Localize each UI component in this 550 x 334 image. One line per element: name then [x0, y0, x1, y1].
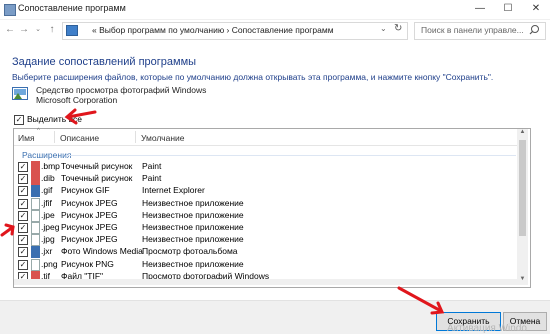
table-row[interactable]: ✓ .dib Точечный рисунок Paint [14, 173, 516, 186]
extension-cell: .jfif [41, 197, 52, 208]
table-row[interactable]: ✓ .jpg Рисунок JPEG Неизвестное приложение [14, 234, 516, 247]
default-program-cell: Просмотр фотоальбома [142, 246, 238, 257]
row-checkbox[interactable]: ✓ [18, 210, 28, 221]
row-checkbox[interactable]: ✓ [18, 174, 28, 185]
search-placeholder: Поиск в панели управле... [421, 25, 524, 35]
scrollbar-thumb[interactable] [519, 140, 526, 236]
table-row[interactable]: ✓ .jpe Рисунок JPEG Неизвестное приложение [14, 209, 516, 222]
default-program-cell: Неизвестное приложение [142, 234, 244, 245]
row-checkbox[interactable]: ✓ [18, 223, 28, 233]
extension-cell: .dib [41, 173, 55, 184]
extension-cell: .jxr [41, 246, 53, 257]
row-checkbox[interactable]: ✓ [18, 186, 28, 197]
control-panel-icon [66, 25, 78, 36]
default-program-cell: Неизвестное приложение [142, 197, 244, 208]
table-row[interactable]: ✓ .jpeg Рисунок JPEG Неизвестное приложение [14, 222, 516, 234]
scroll-up-icon[interactable]: ▲ [518, 129, 527, 138]
minimize-button[interactable]: — [466, 0, 494, 19]
table-row[interactable]: ✓ .bmp Точечный рисунок Paint [14, 161, 516, 173]
extension-cell: .gif [41, 185, 53, 196]
instructions-text: Выберите расширения файлов, которые по у… [12, 72, 494, 82]
default-program-cell: Paint [142, 173, 162, 184]
default-program-cell: Неизвестное приложение [142, 209, 244, 220]
row-checkbox[interactable]: ✓ [18, 247, 28, 258]
maximize-button[interactable]: ☐ [494, 0, 522, 19]
table-row[interactable]: ✓ .gif Рисунок GIF Internet Explorer [14, 185, 516, 198]
select-all-checkbox[interactable]: ✓ [14, 115, 24, 125]
scroll-down-icon[interactable]: ▼ [518, 276, 527, 285]
forward-arrow-icon[interactable]: → [18, 24, 30, 36]
row-checkbox[interactable]: ✓ [18, 235, 28, 246]
column-header-name[interactable]: Имя [18, 133, 35, 143]
column-header-description[interactable]: Описание [60, 133, 99, 143]
back-arrow-icon[interactable]: ← [4, 24, 16, 36]
description-cell: Рисунок JPEG [61, 234, 118, 245]
extension-cell: .jpg [41, 234, 55, 245]
file-type-icon [31, 246, 40, 259]
default-program-cell: Paint [142, 161, 162, 171]
page-title: Задание сопоставлений программы [12, 56, 197, 68]
description-cell: Рисунок JPEG [61, 222, 118, 232]
extension-cell: .bmp [41, 161, 60, 171]
refresh-icon[interactable]: ↻ [394, 23, 402, 34]
row-checkbox[interactable]: ✓ [18, 198, 28, 209]
header-separator [14, 145, 524, 146]
program-name: Средство просмотра фотографий Windows [36, 85, 207, 95]
default-program-cell: Неизвестное приложение [142, 258, 244, 269]
sort-up-icon: ^ [37, 128, 40, 134]
select-all-label[interactable]: Выделить все [27, 114, 82, 124]
window-title: Сопоставление программ [18, 3, 126, 13]
description-cell: Рисунок GIF [61, 185, 110, 196]
close-button[interactable]: ✕ [522, 0, 550, 19]
file-type-icon [31, 222, 40, 234]
table-row[interactable]: ✓ .jfif Рисунок JPEG Неизвестное приложение [14, 197, 516, 210]
extension-cell: .png [41, 258, 58, 269]
red-arrow-checkbox [0, 223, 15, 237]
description-cell: Рисунок JPEG [61, 209, 118, 220]
description-cell: Фото Windows Media [61, 246, 143, 257]
dropdown-chevron-icon[interactable]: ⌄ [380, 24, 387, 33]
column-divider[interactable] [54, 131, 55, 143]
horizontal-scrollbar[interactable] [14, 279, 517, 285]
file-type-icon [31, 209, 40, 222]
file-type-icon [31, 258, 40, 271]
default-program-cell: Internet Explorer [142, 185, 205, 196]
table-row[interactable]: ✓ .png Рисунок PNG Неизвестное приложение [14, 258, 516, 271]
file-type-icon [31, 173, 40, 186]
row-checkbox[interactable]: ✓ [18, 162, 28, 172]
row-checkbox[interactable]: ✓ [18, 259, 28, 270]
description-cell: Точечный рисунок [61, 173, 133, 184]
file-type-icon [31, 234, 40, 247]
group-label[interactable]: Расширения [22, 150, 71, 160]
up-arrow-icon[interactable]: ↑ [46, 24, 58, 36]
file-type-icon [31, 197, 40, 210]
default-program-cell: Неизвестное приложение [142, 222, 244, 232]
extension-cell: .jpe [41, 209, 55, 220]
description-cell: Рисунок JPEG [61, 197, 118, 208]
description-cell: Рисунок PNG [61, 258, 114, 269]
program-publisher: Microsoft Corporation [36, 95, 118, 105]
file-type-icon [31, 161, 40, 173]
photo-viewer-icon [12, 87, 28, 100]
app-icon [4, 4, 16, 16]
table-row[interactable]: ✓ .jxr Фото Windows Media Просмотр фотоальб… [14, 246, 516, 259]
extension-cell: .jpeg [41, 222, 60, 232]
column-divider[interactable] [135, 131, 136, 143]
group-divider [66, 155, 516, 156]
column-header-default[interactable]: Умолчание [141, 133, 185, 143]
breadcrumb-text[interactable]: « Выбор программ по умолчанию › Сопостав… [92, 25, 334, 35]
recent-locations-chevron-icon[interactable]: ⌄ [32, 24, 44, 36]
activation-watermark: Активация Windo [447, 323, 527, 334]
description-cell: Точечный рисунок [61, 161, 133, 171]
file-type-icon [31, 185, 40, 198]
